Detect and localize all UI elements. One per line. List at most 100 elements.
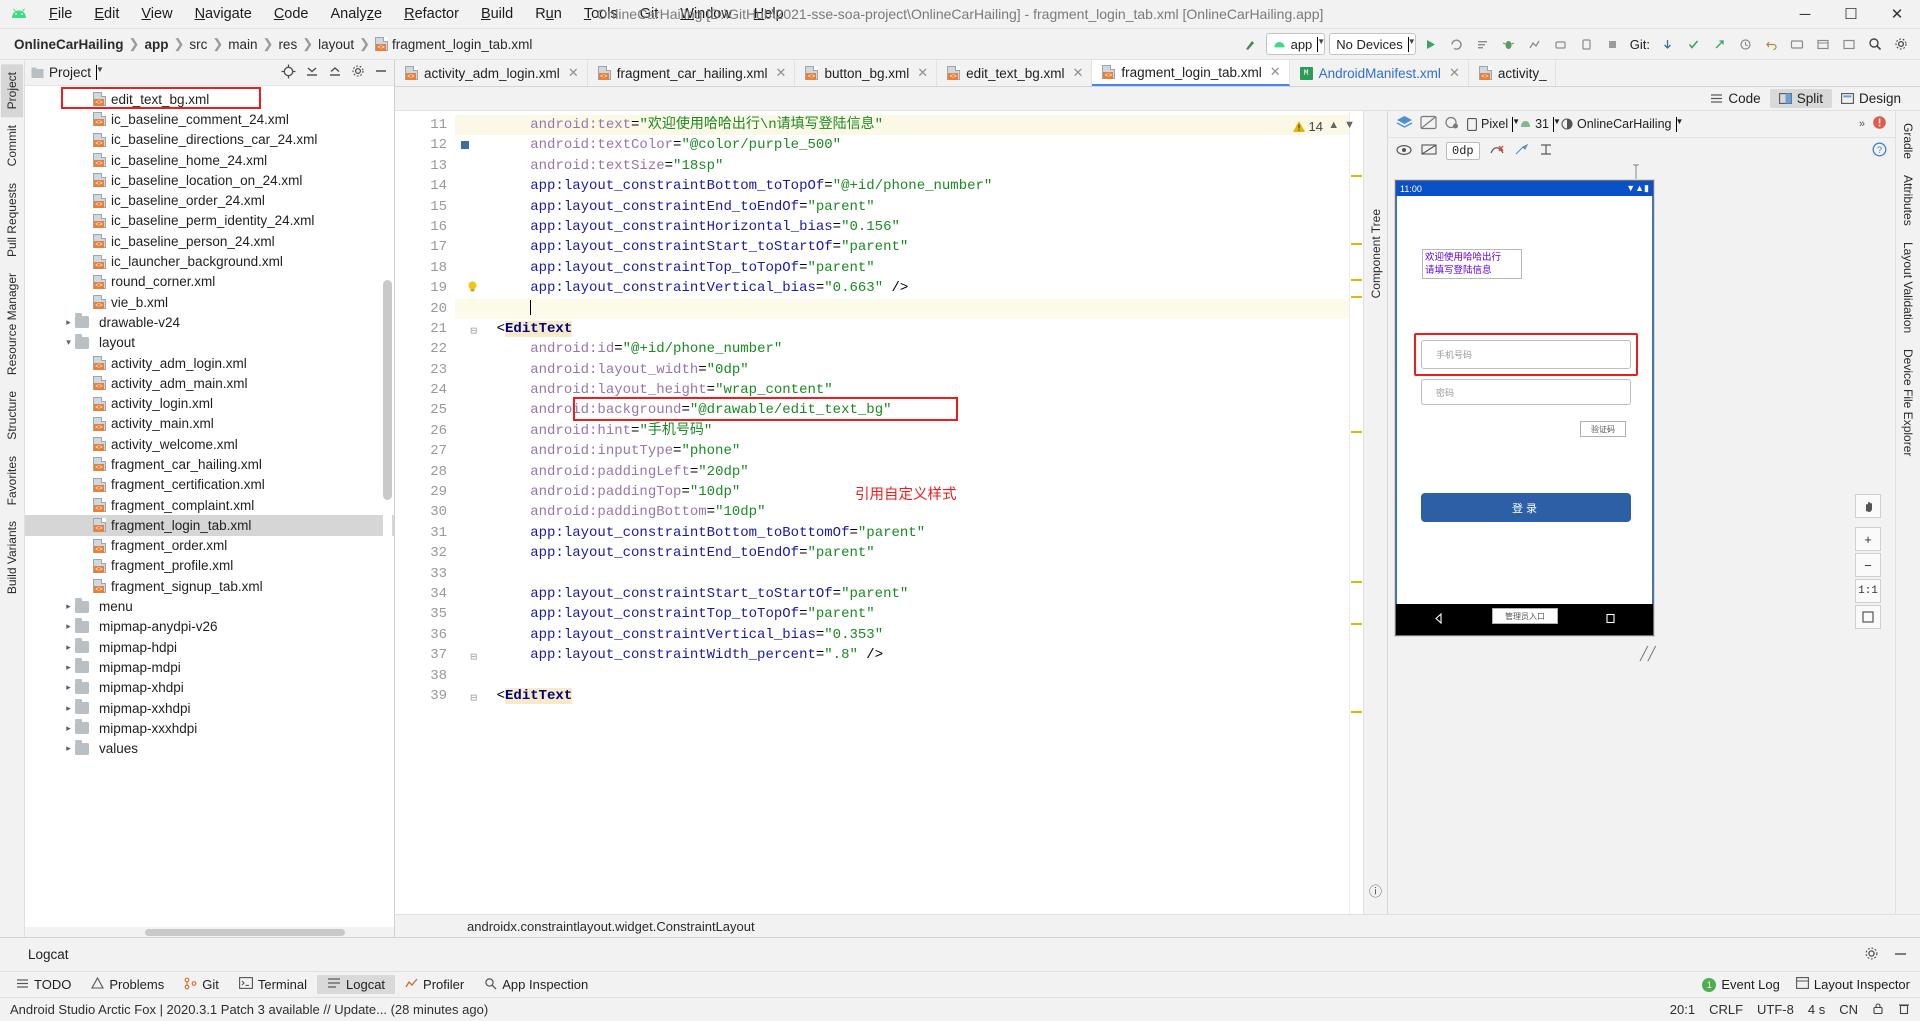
build-hammer-icon[interactable] [1240, 33, 1262, 55]
device-preview-selector[interactable]: Pixel ▼ [1467, 116, 1520, 132]
maximize-button[interactable]: ☐ [1828, 0, 1874, 28]
password-field[interactable]: 密码 [1421, 379, 1631, 405]
menu-run[interactable]: Run [524, 4, 573, 24]
default-margin-button[interactable]: 0dp [1446, 142, 1480, 160]
code-line[interactable]: app:layout_constraintEnd_toEndOf="parent… [455, 197, 1349, 217]
breadcrumb-app[interactable]: app [140, 36, 172, 53]
tree-file[interactable]: <> ic_baseline_comment_24.xml [25, 109, 394, 129]
menu-analyze[interactable]: Analyze [320, 4, 394, 24]
editor-tab[interactable]: <> fragment_car_hailing.xml ✕ [588, 60, 796, 86]
chevron-down-icon[interactable]: ▼ [96, 65, 104, 80]
code-line[interactable]: android:layout_width="0dp" [455, 360, 1349, 380]
error-stripe[interactable] [1349, 111, 1363, 914]
expand-all-icon[interactable] [328, 64, 342, 81]
bottom-right-layout-inspector[interactable]: Layout Inspector [1795, 977, 1910, 992]
orientation-icon[interactable] [1444, 115, 1460, 133]
bottom-tab-terminal[interactable]: Terminal [229, 975, 317, 994]
zoom-in-button[interactable]: + [1855, 527, 1881, 551]
tree-arrow[interactable]: ▸ [62, 723, 75, 734]
tree-file[interactable]: <> edit_text_bg.xml [25, 87, 394, 109]
menu-edit[interactable]: Edit [83, 4, 130, 24]
code-line[interactable]: android:paddingLeft="20dp" [455, 462, 1349, 482]
tree-file[interactable]: <> activity_main.xml [25, 414, 394, 434]
breadcrumb-main[interactable]: main [224, 36, 261, 53]
menu-navigate[interactable]: Navigate [184, 4, 263, 24]
code-editor[interactable]: 11 12 13 14 15 16 17 18 19 20 21 ⊟ 22 23 24 25 26 27 28 29 3… [395, 111, 1363, 914]
code-line[interactable]: app:layout_constraintBottom_toTopOf="@+i… [455, 176, 1349, 196]
sdk-manager-icon[interactable] [1812, 33, 1834, 55]
tree-arrow[interactable]: ▾ [62, 337, 75, 348]
tree-arrow[interactable]: ▸ [62, 662, 75, 673]
sidebar-item-project[interactable]: Project [1, 64, 23, 118]
tree-file[interactable]: <> fragment_profile.xml [25, 556, 394, 576]
project-tree[interactable]: <> edit_text_bg.xml <> ic_baseline_comment_… [25, 86, 394, 927]
code-line[interactable] [455, 564, 1349, 584]
editor-tab[interactable]: <> edit_text_bg.xml ✕ [937, 60, 1093, 86]
bottom-tab-git[interactable]: Git [174, 975, 229, 995]
api-level-selector[interactable]: 31 ▼ [1520, 116, 1561, 132]
admin-entry[interactable]: 管理员入口 [1492, 608, 1558, 624]
menu-tools[interactable]: Tools [573, 4, 629, 24]
login-button[interactable]: 登录 [1421, 493, 1631, 522]
locate-target-icon[interactable] [281, 64, 296, 82]
code-line[interactable]: android:textColor="@color/purple_500" [455, 135, 1349, 155]
code-line[interactable]: app:layout_constraintStart_toStartOf="pa… [455, 237, 1349, 257]
tree-folder[interactable]: ▸ menu [25, 596, 394, 616]
bottom-tab-problems[interactable]: Problems [81, 975, 174, 994]
menu-build[interactable]: Build [470, 4, 524, 24]
tree-arrow[interactable]: ▸ [62, 621, 75, 632]
close-tab-icon[interactable]: ✕ [1072, 65, 1083, 81]
close-button[interactable]: ✕ [1874, 0, 1920, 28]
menu-view[interactable]: View [130, 4, 183, 24]
sidebar-item-gradle[interactable]: Gradle [1897, 115, 1919, 167]
editor-tab[interactable]: <> activity_adm_login.xml ✕ [395, 60, 588, 86]
sidebar-item-structure[interactable]: Structure [1, 383, 23, 448]
error-count-icon[interactable] [1872, 115, 1887, 133]
tree-folder[interactable]: ▸ mipmap-xhdpi [25, 678, 394, 698]
undo-icon[interactable] [1760, 33, 1782, 55]
layout-inspector-icon[interactable] [1838, 33, 1860, 55]
zoom-fit-button[interactable] [1855, 605, 1881, 629]
sidebar-item-attributes[interactable]: Attributes [1897, 167, 1919, 234]
bottom-right-event-log[interactable]: 1 Event Log [1702, 977, 1780, 992]
code-line[interactable]: app:layout_constraintVertical_bias="0.35… [455, 625, 1349, 645]
breadcrumb-project[interactable]: OnlineCarHailing [10, 36, 128, 53]
tree-folder[interactable]: ▸ mipmap-hdpi [25, 637, 394, 657]
git-push-icon[interactable] [1708, 33, 1730, 55]
code-line[interactable]: android:paddingBottom="10dp" [455, 502, 1349, 522]
tree-file[interactable]: <> ic_launcher_background.xml [25, 251, 394, 271]
code-line[interactable] [455, 298, 1349, 319]
close-tab-icon[interactable]: ✕ [568, 65, 579, 81]
code-line[interactable] [455, 666, 1349, 686]
attach-debugger-icon[interactable] [1550, 33, 1572, 55]
stop-icon[interactable] [1602, 33, 1624, 55]
debug-icon[interactable] [1498, 33, 1520, 55]
zoom-ratio-button[interactable]: 1:1 [1855, 579, 1881, 603]
tree-folder[interactable]: ▸ mipmap-xxhdpi [25, 698, 394, 718]
tree-folder[interactable]: ▸ values [25, 739, 394, 759]
menu-code[interactable]: Code [263, 4, 320, 24]
view-mode-code[interactable]: Code [1701, 89, 1769, 108]
tree-file[interactable]: <> activity_welcome.xml [25, 434, 394, 454]
settings-gear-icon[interactable] [1890, 33, 1912, 55]
code-line[interactable]: android:hint="手机号码" [455, 421, 1349, 441]
breadcrumb-file[interactable]: <> fragment_login_tab.xml [371, 36, 536, 53]
profiler-icon[interactable] [1524, 33, 1546, 55]
prev-warning-icon[interactable]: ▲ [1328, 119, 1339, 131]
code-line[interactable]: android:textSize="18sp" [455, 156, 1349, 176]
view-mode-split[interactable]: Split [1769, 89, 1832, 108]
code-line[interactable]: app:layout_constraintEnd_toEndOf="parent… [455, 543, 1349, 563]
tree-file[interactable]: <> ic_baseline_person_24.xml [25, 231, 394, 251]
apply-changes-icon[interactable] [1446, 33, 1468, 55]
menu-git[interactable]: Git [629, 4, 670, 24]
tree-file[interactable]: <> activity_login.xml [25, 393, 394, 413]
editor-tab[interactable]: <> button_bg.xml ✕ [795, 60, 938, 86]
tree-folder[interactable]: ▾ layout [25, 333, 394, 353]
tree-arrow[interactable]: ▸ [62, 317, 75, 328]
tree-arrow[interactable]: ▸ [62, 682, 75, 693]
tree-file[interactable]: <> activity_adm_main.xml [25, 373, 394, 393]
tree-file[interactable]: <> ic_baseline_location_on_24.xml [25, 170, 394, 190]
help-circle-icon[interactable]: ⓘ [1369, 881, 1382, 900]
code-line[interactable]: android:id="@+id/phone_number" [455, 339, 1349, 359]
code-line[interactable]: android:background="@drawable/edit_text_… [455, 397, 1349, 422]
